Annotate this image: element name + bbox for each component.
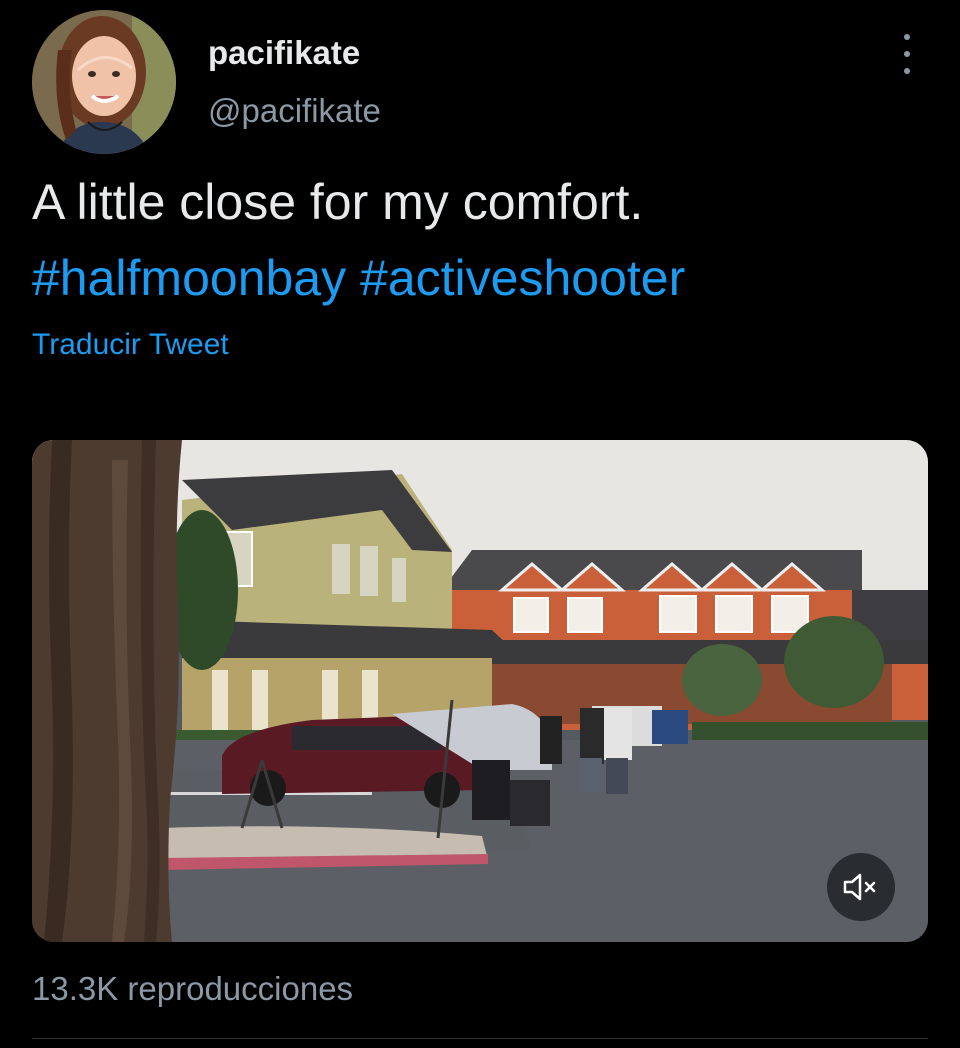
tweet-body: A little close for my comfort. — [32, 174, 644, 230]
avatar[interactable] — [32, 10, 176, 154]
hashtag-link[interactable]: #activeshooter — [360, 250, 685, 306]
speaker-muted-icon — [843, 873, 876, 901]
divider — [32, 1038, 928, 1039]
more-options-icon[interactable] — [892, 34, 922, 74]
author-handle[interactable]: @pacifikate — [208, 92, 381, 130]
dot — [904, 68, 910, 74]
mute-button[interactable] — [827, 853, 895, 921]
dot — [904, 51, 910, 57]
avatar-photo — [32, 10, 176, 154]
tweet-text: A little close for my comfort. #halfmoon… — [32, 164, 932, 316]
hashtag-link[interactable]: #halfmoonbay — [32, 250, 346, 306]
view-count: 13.3K reproducciones — [32, 970, 354, 1007]
video-frame — [32, 440, 928, 942]
dot — [904, 34, 910, 40]
tweet-hashtags: #halfmoonbay #activeshooter — [32, 240, 932, 316]
translate-tweet-link[interactable]: Traducir Tweet — [32, 328, 229, 362]
video-player[interactable] — [32, 440, 928, 942]
author-display-name[interactable]: pacifikate — [208, 34, 360, 72]
